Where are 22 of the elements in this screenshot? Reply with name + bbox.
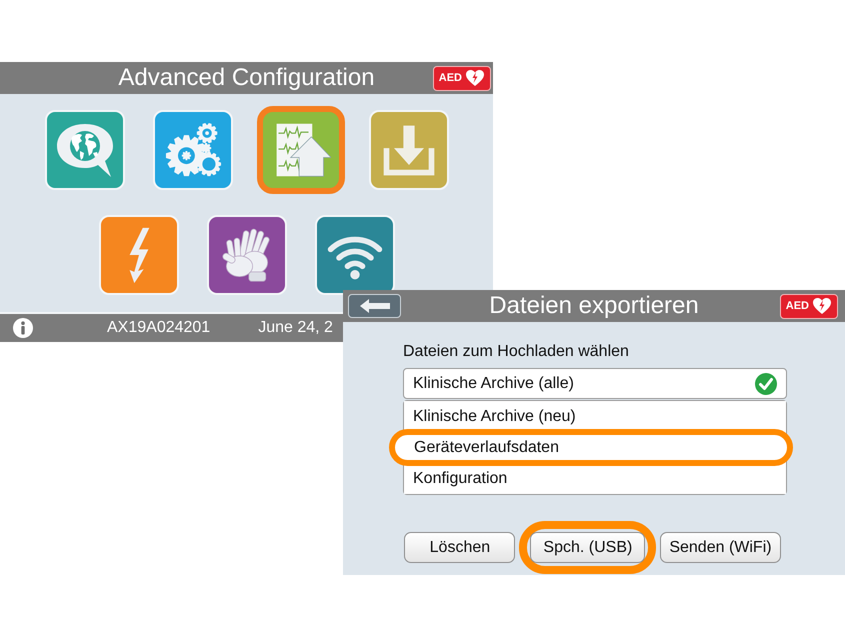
action-button[interactable]: Spch. (USB) <box>519 521 656 574</box>
window-title: Advanced Configuration <box>118 66 375 90</box>
list-item-label: Klinische Archive (alle) <box>413 374 574 394</box>
date-text: June 24, 2 <box>258 318 333 338</box>
action-button[interactable]: Senden (WiFi) <box>660 532 781 563</box>
list-item-label: Konfiguration <box>413 468 508 488</box>
badge-text: AED <box>438 72 462 84</box>
action-button[interactable]: Löschen <box>404 532 516 563</box>
prompt-text: Dateien zum Hochladen wählen <box>403 342 630 362</box>
info-icon[interactable] <box>13 318 33 338</box>
list-item[interactable]: Klinische Archive (alle) <box>403 368 787 399</box>
list-item[interactable]: Geräteverlaufsdaten <box>389 429 793 466</box>
list-item-label: Klinische Archive (neu) <box>413 406 576 426</box>
menu-tile[interactable] <box>256 106 344 194</box>
window-title: Dateien exportieren <box>489 294 699 318</box>
serial-number: AX19A024201 <box>107 318 210 338</box>
heart-bolt-icon <box>812 297 832 315</box>
list-item-label: Geräteverlaufsdaten <box>414 438 559 458</box>
back-button[interactable] <box>348 294 401 318</box>
heart-bolt-icon <box>465 69 485 87</box>
badge-text: AED <box>786 300 809 312</box>
back-arrow-icon <box>360 299 390 313</box>
